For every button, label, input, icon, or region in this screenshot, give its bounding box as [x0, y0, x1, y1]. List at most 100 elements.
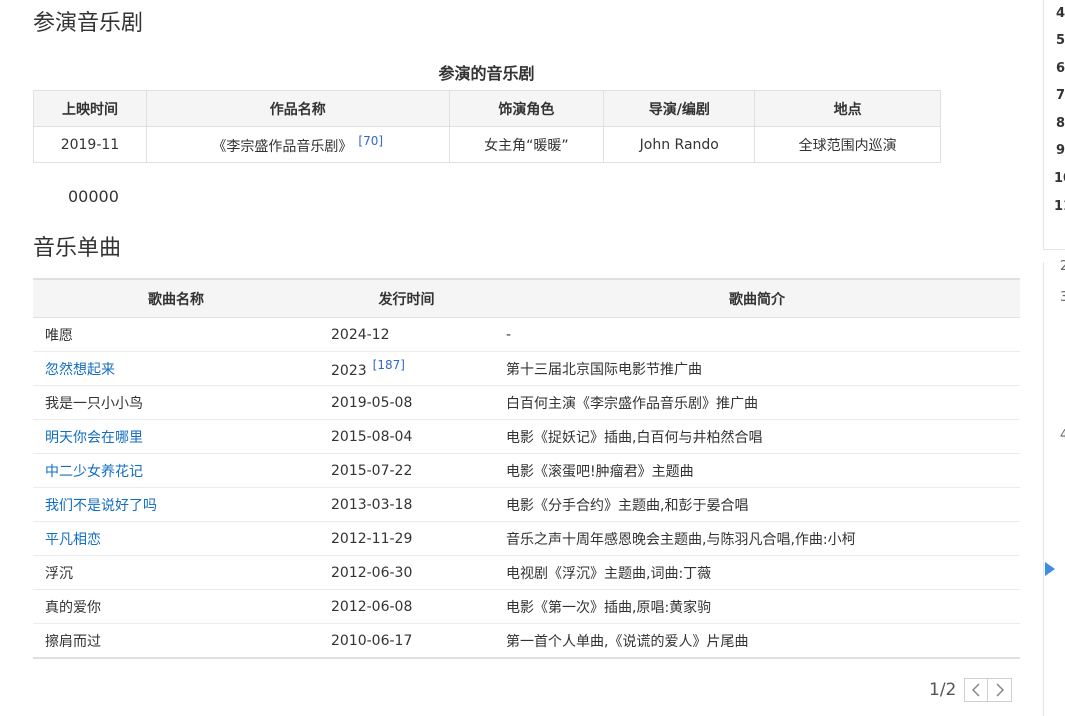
song-header-desc: 歌曲简介	[494, 279, 1020, 318]
sidebar-toc-item[interactable]: 4	[1056, 6, 1065, 21]
sidebar-divider-lower	[1043, 262, 1044, 716]
song-name-link[interactable]: 我们不是说好了吗	[45, 498, 157, 514]
play-triangle-icon[interactable]	[1045, 562, 1055, 576]
song-date: 2023	[331, 363, 367, 379]
song-name-link[interactable]: 明天你会在哪里	[45, 430, 143, 446]
table-row: 忽然想起来 2023 [187] 第十三届北京国际电影节推广曲	[33, 351, 1020, 386]
table-row: 我们不是说好了吗 2013-03-18 电影《分手合约》主题曲,和彭于晏合唱	[33, 487, 1020, 522]
musical-date: 2019-11	[33, 126, 147, 163]
table-row: 平凡相恋 2012-11-29 音乐之声十周年感恩晚会主题曲,与陈羽凡合唱,作曲:小…	[33, 521, 1020, 556]
song-date: 2024-12	[331, 326, 390, 343]
song-description: 白百何主演《李宗盛作品音乐剧》推广曲	[494, 385, 1020, 420]
sidebar-fragment: 2	[1060, 259, 1065, 274]
song-name-cell: 浮沉	[33, 555, 319, 590]
sidebar-divider	[1043, 0, 1044, 250]
song-table-header-row: 歌曲名称 发行时间 歌曲简介	[33, 279, 1020, 318]
song-name: 真的爱你	[45, 599, 101, 616]
song-date: 2015-07-22	[331, 462, 413, 479]
song-name-link[interactable]: 忽然想起来	[45, 362, 115, 378]
sidebar-toc-bottom	[1043, 249, 1065, 250]
song-name: 浮沉	[45, 565, 73, 582]
song-table-body: 唯愿 2024-12 - 忽然想起来 2023 [187] 第十三届北京国际电影节推广曲 我是…	[33, 317, 1020, 659]
song-date-cell: 2015-07-22	[319, 453, 494, 488]
song-description: 第十三届北京国际电影节推广曲	[494, 351, 1020, 386]
reference-link[interactable]: [187]	[373, 358, 405, 372]
song-date: 2010-06-17	[331, 632, 413, 649]
song-name: 唯愿	[45, 327, 73, 344]
sidebar-toc-item[interactable]: 8	[1056, 116, 1065, 131]
next-page-button[interactable]	[988, 678, 1013, 702]
musical-header-director: 导演/编剧	[603, 90, 756, 127]
song-header-date: 发行时间	[319, 279, 494, 318]
song-date: 2015-08-04	[331, 428, 413, 445]
chevron-right-icon	[996, 683, 1004, 697]
musical-table: 上映时间 作品名称 饰演角色 导演/编剧 地点 2019-11 《李宗盛作品音乐…	[33, 90, 941, 163]
song-date: 2012-06-08	[331, 598, 413, 615]
song-table: 歌曲名称 发行时间 歌曲简介 唯愿 2024-12 - 忽然想起来 2023 [187] 第…	[33, 278, 1020, 659]
chevron-left-icon	[972, 683, 980, 697]
song-name-link[interactable]: 平凡相恋	[45, 532, 101, 548]
musical-header-location: 地点	[754, 90, 941, 127]
song-date: 2019-05-08	[331, 394, 413, 411]
table-row: 真的爱你 2012-06-08 电影《第一次》插曲,原唱:黄家驹	[33, 589, 1020, 624]
song-date-cell: 2015-08-04	[319, 419, 494, 454]
musical-table-header-row: 上映时间 作品名称 饰演角色 导演/编剧 地点	[33, 90, 941, 127]
song-name-cell: 忽然想起来	[33, 351, 319, 386]
song-description: -	[494, 317, 1020, 352]
song-date-cell: 2024-12	[319, 317, 494, 352]
sidebar-toc-item[interactable]: 9	[1056, 143, 1065, 158]
song-description: 电影《第一次》插曲,原唱:黄家驹	[494, 589, 1020, 624]
sidebar-toc-item[interactable]: 10	[1054, 171, 1065, 186]
song-date-cell: 2012-06-08	[319, 589, 494, 624]
table-row: 唯愿 2024-12 -	[33, 317, 1020, 352]
page-indicator: 1/2	[929, 680, 957, 700]
sidebar-toc-item[interactable]: 6	[1056, 61, 1065, 76]
table-row: 2019-11 《李宗盛作品音乐剧》 [70] 女主角“暖暖” John Rand…	[33, 126, 941, 163]
musical-director: John Rando	[603, 126, 756, 163]
musical-location: 全球范围内巡演	[754, 126, 941, 163]
song-date: 2013-03-18	[331, 496, 413, 513]
sidebar-toc-item[interactable]: 7	[1056, 88, 1065, 103]
table-row: 浮沉 2012-06-30 电视剧《浮沉》主题曲,词曲:丁薇	[33, 555, 1020, 590]
sidebar-fragment: 3	[1060, 290, 1065, 305]
song-description: 电视剧《浮沉》主题曲,词曲:丁薇	[494, 555, 1020, 590]
song-name-cell: 擦肩而过	[33, 624, 319, 659]
song-name: 擦肩而过	[45, 633, 101, 650]
musical-title-cell: 《李宗盛作品音乐剧》 [70]	[145, 126, 450, 163]
musical-role: 女主角“暖暖”	[448, 126, 605, 163]
song-date-cell: 2010-06-17	[319, 624, 494, 659]
musical-header-date: 上映时间	[33, 90, 147, 127]
sidebar-toc-item[interactable]: 11	[1054, 199, 1065, 214]
song-date-cell: 2012-06-30	[319, 555, 494, 590]
view-counter: 00000	[68, 187, 119, 206]
reference-link[interactable]: [70]	[358, 134, 383, 148]
song-date-cell: 2019-05-08	[319, 385, 494, 420]
song-date-cell: 2012-11-29	[319, 521, 494, 556]
musical-table-caption: 参演的音乐剧	[438, 64, 535, 83]
song-description: 电影《分手合约》主题曲,和彭于晏合唱	[494, 487, 1020, 522]
song-name-link[interactable]: 中二少女养花记	[45, 464, 143, 480]
song-name-cell: 中二少女养花记	[33, 453, 319, 488]
table-row: 擦肩而过 2010-06-17 第一首个人单曲,《说谎的爱人》片尾曲	[33, 624, 1020, 659]
song-description: 电影《捉妖记》插曲,白百何与井柏然合唱	[494, 419, 1020, 454]
table-row: 中二少女养花记 2015-07-22 电影《滚蛋吧!肿瘤君》主题曲	[33, 453, 1020, 488]
musical-title: 《李宗盛作品音乐剧》	[212, 138, 353, 155]
song-name-cell: 平凡相恋	[33, 521, 319, 556]
musical-header-role: 饰演角色	[448, 90, 605, 127]
song-name-cell: 明天你会在哪里	[33, 419, 319, 454]
song-date-cell: 2023 [187]	[319, 351, 494, 386]
section-title-singles: 音乐单曲	[33, 236, 122, 261]
song-description: 第一首个人单曲,《说谎的爱人》片尾曲	[506, 633, 749, 650]
table-row: 明天你会在哪里 2015-08-04 电影《捉妖记》插曲,白百何与井柏然合唱	[33, 419, 1020, 454]
song-name-cell: 唯愿	[33, 317, 319, 352]
song-name-cell: 真的爱你	[33, 589, 319, 624]
prev-page-button[interactable]	[964, 678, 989, 702]
sidebar-toc-item[interactable]: 5	[1056, 33, 1065, 48]
song-header-name: 歌曲名称	[33, 279, 319, 318]
musical-header-title: 作品名称	[145, 90, 450, 127]
pagination: 1/2	[929, 677, 1013, 703]
song-name-cell: 我们不是说好了吗	[33, 487, 319, 522]
song-date: 2012-06-30	[331, 564, 413, 581]
table-row: 我是一只小小鸟 2019-05-08 白百何主演《李宗盛作品音乐剧》推广曲	[33, 385, 1020, 420]
song-date: 2012-11-29	[331, 530, 413, 547]
